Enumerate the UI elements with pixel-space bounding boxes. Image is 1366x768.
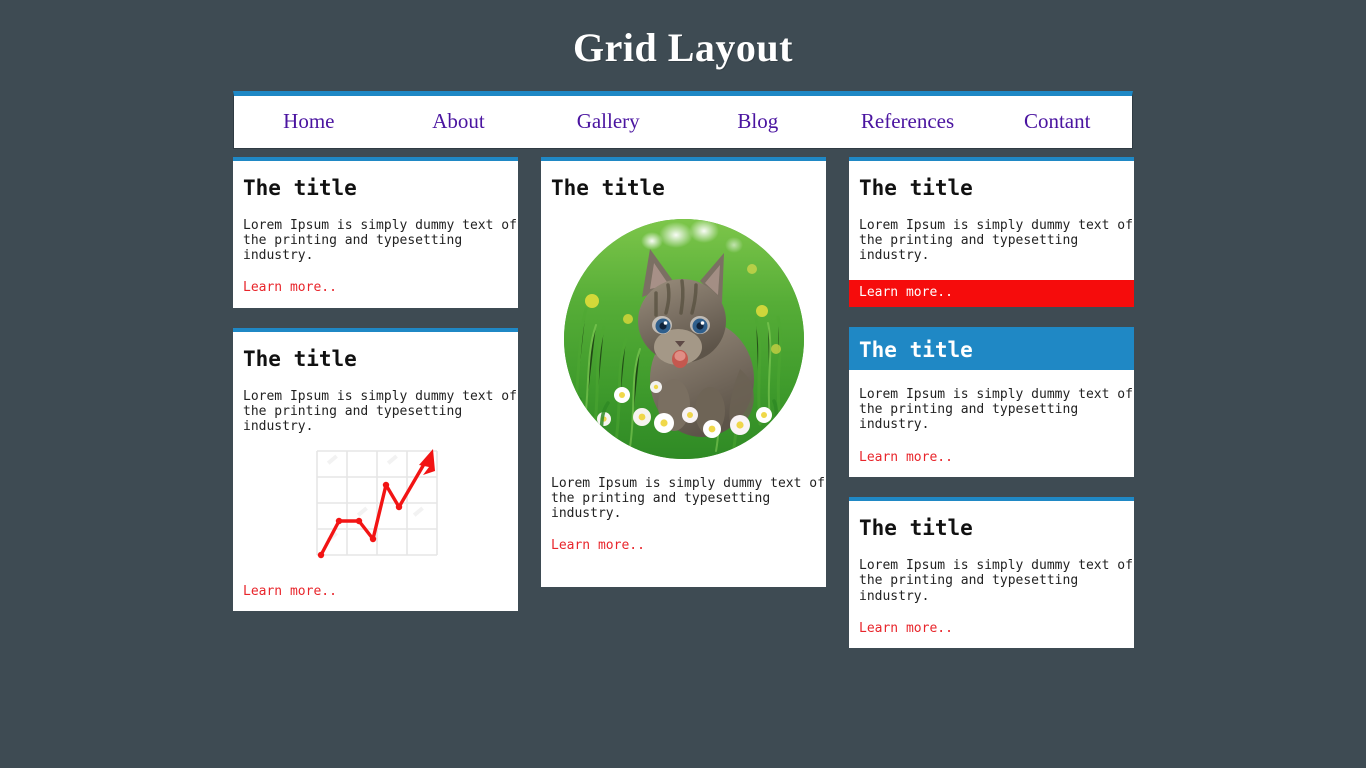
kitten-photo: [563, 219, 804, 460]
card-title: The title: [859, 176, 973, 200]
card-text: Lorem Ipsum is simply dummy text of the p…: [551, 476, 825, 522]
card-title-banner: The title: [849, 331, 1134, 371]
nav-link-home[interactable]: Home: [283, 111, 334, 132]
card-title: The title: [243, 347, 357, 372]
learn-more-link[interactable]: Learn more..: [551, 538, 816, 554]
nav-link-contant[interactable]: Contant: [1024, 111, 1091, 132]
nav-item-contant[interactable]: Contant: [982, 111, 1132, 133]
learn-more-link[interactable]: Learn more..: [243, 584, 508, 600]
card-left-top: The title Lorem Ipsum is simply dummy te…: [233, 157, 518, 309]
grid-column-center: The title Lorem Ipsum is simply dummy te…: [541, 157, 826, 607]
learn-more-link[interactable]: Learn more..: [859, 621, 1124, 637]
card-title: The title: [551, 176, 665, 200]
grid-column-right: The title Lorem Ipsum is simply dummy te…: [849, 157, 1134, 668]
card-text: Lorem Ipsum is simply dummy text of the p…: [243, 218, 517, 264]
nav-item-gallery[interactable]: Gallery: [533, 111, 683, 133]
main-navigation: Home About Gallery Blog References Conta…: [233, 91, 1133, 149]
card-text: Lorem Ipsum is simply dummy text of the p…: [859, 558, 1133, 604]
grid-column-left: The title Lorem Ipsum is simply dummy te…: [233, 157, 518, 631]
learn-more-link[interactable]: Learn more..: [859, 450, 1124, 466]
card-text: Lorem Ipsum is simply dummy text of the p…: [243, 389, 517, 435]
nav-item-about[interactable]: About: [384, 111, 534, 133]
nav-item-references[interactable]: References: [833, 111, 983, 133]
nav-link-references[interactable]: References: [861, 111, 954, 132]
nav-link-about[interactable]: About: [432, 111, 485, 132]
card-grid: The title Lorem Ipsum is simply dummy te…: [233, 149, 1134, 668]
line-chart-image: [310, 444, 441, 567]
nav-link-blog[interactable]: Blog: [737, 111, 778, 132]
nav-list: Home About Gallery Blog References Conta…: [234, 111, 1132, 133]
nav-item-blog[interactable]: Blog: [683, 111, 833, 133]
card-title: The title: [859, 516, 973, 541]
learn-more-link-highlighted[interactable]: Learn more..: [849, 280, 1134, 308]
card-right-top: The title Lorem Ipsum is simply dummy te…: [849, 157, 1134, 308]
nav-item-home[interactable]: Home: [234, 111, 384, 133]
card-center: The title Lorem Ipsum is simply dummy te…: [541, 157, 826, 587]
card-left-bottom: The title Lorem Ipsum is simply dummy te…: [233, 328, 518, 612]
card-text: Lorem Ipsum is simply dummy text of the p…: [859, 387, 1133, 433]
card-right-bottom: The title Lorem Ipsum is simply dummy te…: [849, 497, 1134, 649]
nav-link-gallery[interactable]: Gallery: [577, 111, 640, 132]
page-title: Grid Layout: [573, 25, 793, 70]
card-title: The title: [243, 176, 357, 200]
page-wrapper: Home About Gallery Blog References Conta…: [233, 72, 1134, 668]
card-text: Lorem Ipsum is simply dummy text of the p…: [859, 218, 1133, 264]
learn-more-link[interactable]: Learn more..: [243, 280, 508, 296]
card-right-middle: The title Lorem Ipsum is simply dummy te…: [849, 327, 1134, 478]
